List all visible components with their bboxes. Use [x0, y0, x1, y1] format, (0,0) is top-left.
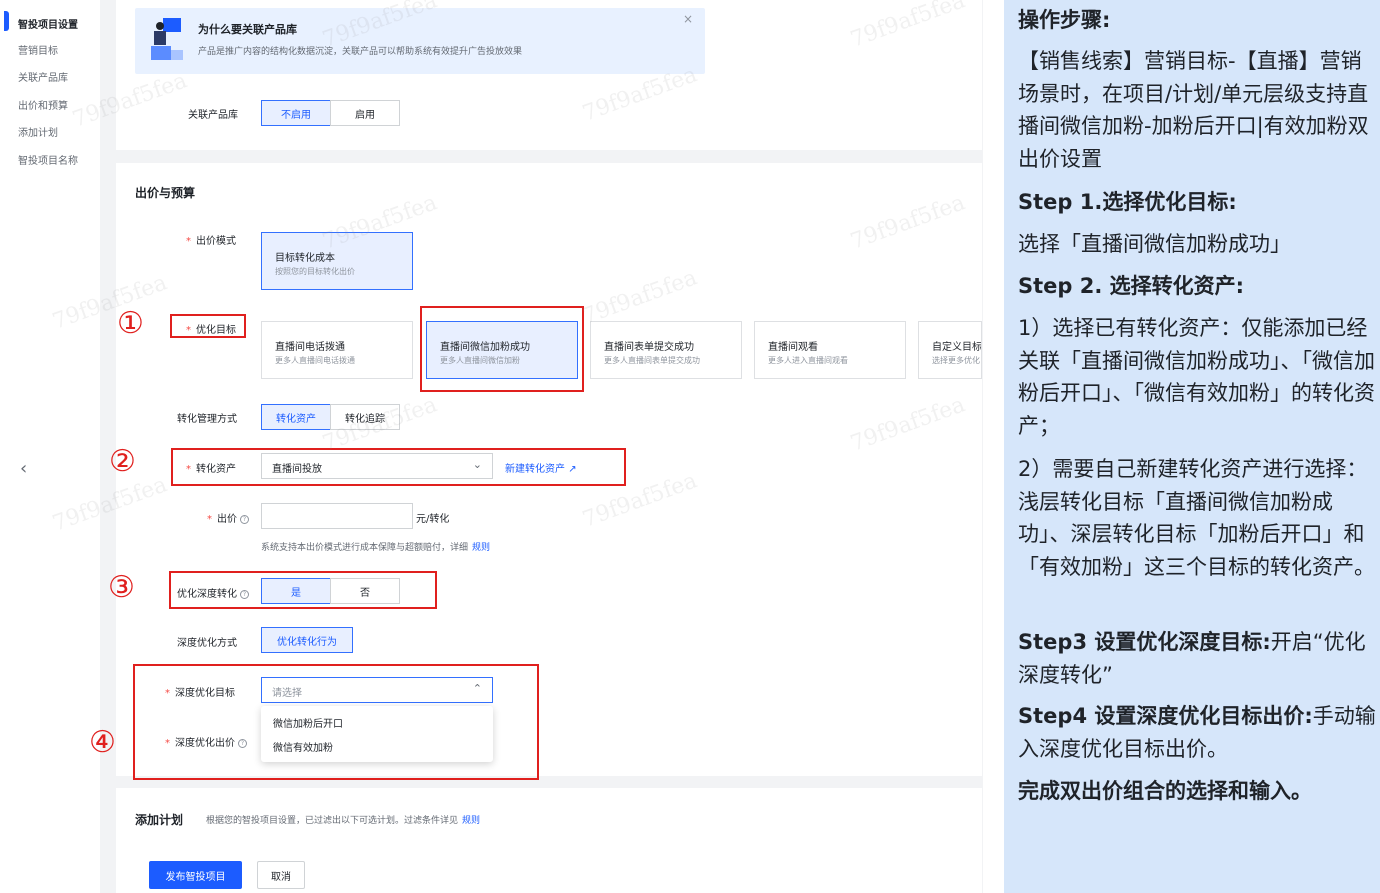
info-banner: 为什么要关联产品库 产品是推广内容的结构化数据沉淀，关联产品可以帮助系统有效提升…	[135, 8, 705, 74]
conv-asset-tab[interactable]: 转化资产	[261, 404, 331, 430]
goal-desc: 更多人直播间表单提交成功	[604, 356, 700, 365]
goal-desc: 选择更多优化目标	[932, 356, 981, 365]
publish-button[interactable]: 发布智投项目	[149, 861, 242, 889]
add-plan-rule-link[interactable]: 规则	[462, 816, 480, 826]
bid-rule-link[interactable]: 规则	[472, 543, 490, 553]
nav-active-indicator	[4, 11, 9, 31]
deep-mode-button[interactable]: 优化转化行为	[261, 627, 353, 653]
panel-step4: Step4 设置深度优化目标出价:手动输入深度优化目标出价。	[1018, 700, 1380, 765]
annotation-marker-1: ①	[117, 306, 144, 341]
product-lib-disable-button[interactable]: 不启用	[261, 100, 331, 126]
goal-card-phone[interactable]: 直播间电话拨通 更多人直播间电话拨通	[261, 321, 413, 379]
goal-desc: 更多人进入直播间观看	[768, 356, 848, 365]
deep-mode-toggle: 优化转化行为	[261, 627, 353, 653]
conv-track-tab[interactable]: 转化追踪	[330, 404, 400, 430]
bid-mode-title: 目标转化成本	[275, 253, 335, 264]
annotation-box-conv-asset	[171, 448, 626, 486]
add-plan-title: 添加计划	[135, 813, 184, 827]
nav-item-marketing-goal[interactable]: 营销目标	[18, 42, 58, 57]
nav-item-product-lib[interactable]: 关联产品库	[18, 69, 68, 84]
goal-title: 直播间电话拨通	[275, 342, 345, 353]
panel-done: 完成双出价组合的选择和输入。	[1018, 779, 1312, 803]
panel-intro: 【销售线索】营销目标-【直播】营销场景时，在项目/计划/单元层级支持直播间微信加…	[1018, 49, 1369, 171]
instruction-panel: 操作步骤: 【销售线索】营销目标-【直播】营销场景时，在项目/计划/单元层级支持…	[1004, 0, 1380, 893]
annotation-box-deep-goal	[133, 664, 539, 780]
bid-mode-label-text: 出价模式	[196, 236, 236, 247]
nav-item-project-name[interactable]: 智投项目名称	[18, 152, 78, 167]
bid-mode-desc: 按照您的目标转化出价	[275, 267, 355, 276]
add-plan-desc: 根据您的智投项目设置，已过滤出以下可选计划。过滤条件详见 规则	[206, 813, 480, 826]
annotation-marker-2: ②	[109, 444, 136, 479]
panel-step3: Step3 设置优化深度目标:开启“优化深度转化”	[1018, 626, 1380, 691]
panel-step2-title: Step 2. 选择转化资产:	[1018, 274, 1245, 298]
bid-hint: 系统支持本出价模式进行成本保障与超额赔付，详细 规则	[261, 540, 490, 553]
goal-title: 直播间表单提交成功	[604, 342, 694, 353]
panel-step3-title: Step3 设置优化深度目标:	[1018, 630, 1271, 654]
goal-card-custom[interactable]: 自定义目标 选择更多优化目标	[918, 321, 982, 379]
product-lib-toggle: 不启用 启用	[261, 100, 400, 126]
product-lib-label: 关联产品库	[188, 110, 238, 121]
help-icon: ?	[240, 514, 249, 524]
bidding-section-title: 出价与预算	[135, 186, 196, 200]
goal-desc: 更多人直播间电话拨通	[275, 356, 355, 365]
add-plan-card	[116, 788, 982, 893]
annotation-marker-3: ③	[108, 570, 135, 605]
panel-heading: 操作步骤:	[1018, 8, 1111, 32]
annotation-box-goal-label	[170, 314, 246, 338]
bid-label: * 出价?	[207, 510, 249, 525]
bid-label-text: 出价	[217, 514, 237, 525]
add-plan-desc-text: 根据您的智投项目设置，已过滤出以下可选计划。过滤条件详见	[206, 816, 459, 826]
panel-step4-title: Step4 设置深度优化目标出价:	[1018, 704, 1313, 728]
panel-step1-text: 选择「直播间微信加粉成功」	[1018, 232, 1291, 256]
annotation-box-deep-conv	[169, 571, 437, 609]
close-icon[interactable]: ×	[683, 12, 693, 26]
panel-step2-text2: 2）需要自己新建转化资产进行选择：浅层转化目标「直播间微信加粉成功」、深层转化目…	[1018, 457, 1375, 579]
banner-illustration-icon	[151, 18, 183, 60]
bid-input[interactable]	[261, 503, 413, 529]
product-lib-enable-button[interactable]: 启用	[330, 100, 400, 126]
deep-mode-label: 深度优化方式	[177, 638, 237, 649]
cancel-button[interactable]: 取消	[257, 861, 305, 889]
panel-step2-text1: 1）选择已有转化资产：仅能添加已经关联「直播间微信加粉成功」、「微信加粉后开口」…	[1018, 316, 1375, 438]
panel-step1-title: Step 1.选择优化目标:	[1018, 190, 1237, 214]
goal-card-watch[interactable]: 直播间观看 更多人进入直播间观看	[754, 321, 906, 379]
conv-mgmt-label: 转化管理方式	[177, 414, 237, 425]
goal-title: 直播间观看	[768, 342, 818, 353]
goal-card-form[interactable]: 直播间表单提交成功 更多人直播间表单提交成功	[590, 321, 742, 379]
bid-mode-card[interactable]: 目标转化成本 按照您的目标转化出价	[261, 232, 413, 290]
conv-mgmt-toggle: 转化资产 转化追踪	[261, 404, 400, 430]
bid-hint-text: 系统支持本出价模式进行成本保障与超额赔付，详细	[261, 543, 469, 553]
annotation-marker-4: ④	[89, 725, 116, 760]
annotation-box-goal-card	[420, 306, 584, 392]
collapse-chevron-left-icon[interactable]: ‹	[20, 458, 27, 479]
banner-title: 为什么要关联产品库	[198, 23, 297, 36]
nav-item-add-plan[interactable]: 添加计划	[18, 124, 58, 139]
banner-description: 产品是推广内容的结构化数据沉淀，关联产品可以帮助系统有效提升广告投放效果	[198, 47, 523, 57]
nav-item-project-settings[interactable]: 智投项目设置	[18, 16, 78, 31]
nav-item-bid-budget[interactable]: 出价和预算	[18, 97, 68, 112]
side-nav: 智投项目设置 营销目标 关联产品库 出价和预算 添加计划 智投项目名称 ‹	[0, 0, 100, 893]
bid-mode-label: * 出价模式	[186, 236, 236, 247]
bid-unit: 元/转化	[416, 514, 450, 525]
goal-title: 自定义目标	[932, 342, 982, 353]
